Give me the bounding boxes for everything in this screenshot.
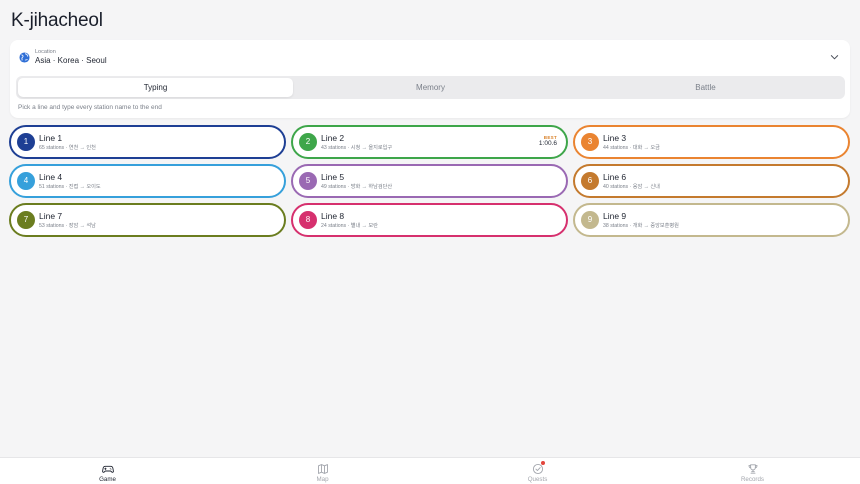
line-meta: 38 stations · 개화 → 중앙보훈병원 xyxy=(603,223,679,229)
nav-label: Quests xyxy=(527,476,548,483)
line-badge: 8 xyxy=(299,211,317,229)
line-grid: 1 Line 1 65 stations · 연천 → 인천 2 Line 2 … xyxy=(9,125,852,239)
line-name: Line 3 xyxy=(603,133,627,143)
line-badge: 3 xyxy=(581,133,599,151)
bottom-tab-bar: Game Map Quests Records xyxy=(0,457,860,484)
line-name: Line 6 xyxy=(603,172,627,182)
tab-typing[interactable]: Typing xyxy=(18,78,293,97)
trophy-icon xyxy=(748,464,757,474)
chevron-down-icon[interactable] xyxy=(830,53,839,61)
nav-label: Map xyxy=(316,476,329,483)
tab-battle[interactable]: Battle xyxy=(568,78,843,97)
line-card-6[interactable]: 6 Line 6 40 stations · 응암 → 신내 xyxy=(573,164,850,198)
tab-memory[interactable]: Memory xyxy=(293,78,568,97)
best-time: 1:00.6 xyxy=(538,140,557,147)
line-badge: 5 xyxy=(299,172,317,190)
line-card-7[interactable]: 7 Line 7 53 stations · 장암 → 석남 xyxy=(9,203,286,237)
nav-item-map[interactable]: Map xyxy=(215,458,430,484)
nav-item-records[interactable]: Records xyxy=(645,458,860,484)
app-title: K-jihacheol xyxy=(11,10,103,31)
mode-hint: Pick a line and type every station name … xyxy=(18,104,162,111)
location-label: Location xyxy=(35,49,56,55)
nav-item-game[interactable]: Game xyxy=(0,458,215,484)
settings-panel: Location Asia · Korea · Seoul Typing Mem… xyxy=(10,40,850,118)
location-value: Asia · Korea · Seoul xyxy=(35,56,107,65)
line-name: Line 5 xyxy=(321,172,345,182)
line-card-2[interactable]: 2 Line 2 43 stations · 시청 → 을지로입구 BEST 1… xyxy=(291,125,568,159)
line-meta: 44 stations · 대화 → 오금 xyxy=(603,145,660,151)
line-name: Line 1 xyxy=(39,133,63,143)
line-card-3[interactable]: 3 Line 3 44 stations · 대화 → 오금 xyxy=(573,125,850,159)
mode-segmented-control: Typing Memory Battle xyxy=(16,76,845,99)
line-meta: 51 stations · 진접 → 오이도 xyxy=(39,184,101,190)
line-meta: 24 stations · 별내 → 모란 xyxy=(321,223,378,229)
line-card-9[interactable]: 9 Line 9 38 stations · 개화 → 중앙보훈병원 xyxy=(573,203,850,237)
line-meta: 53 stations · 장암 → 석남 xyxy=(39,223,96,229)
line-meta: 40 stations · 응암 → 신내 xyxy=(603,184,660,190)
nav-label: Records xyxy=(740,476,765,483)
nav-item-quests[interactable]: Quests xyxy=(430,458,645,484)
line-card-8[interactable]: 8 Line 8 24 stations · 별내 → 모란 xyxy=(291,203,568,237)
line-badge: 1 xyxy=(17,133,35,151)
line-badge: 6 xyxy=(581,172,599,190)
nav-label: Game xyxy=(99,476,116,483)
map-icon xyxy=(317,464,328,474)
notification-dot xyxy=(540,461,545,465)
line-card-1[interactable]: 1 Line 1 65 stations · 연천 → 인천 xyxy=(9,125,286,159)
gamepad-icon xyxy=(101,465,114,473)
location-selector[interactable]: Location Asia · Korea · Seoul xyxy=(10,40,850,74)
line-meta: 49 stations · 방화 → 하남검단산 xyxy=(321,184,393,190)
globe-icon xyxy=(19,52,30,63)
line-name: Line 2 xyxy=(321,133,345,143)
line-meta: 43 stations · 시청 → 을지로입구 xyxy=(321,145,393,151)
line-name: Line 7 xyxy=(39,211,63,221)
line-meta: 65 stations · 연천 → 인천 xyxy=(39,145,96,151)
line-badge: 9 xyxy=(581,211,599,229)
line-card-4[interactable]: 4 Line 4 51 stations · 진접 → 오이도 xyxy=(9,164,286,198)
line-card-5[interactable]: 5 Line 5 49 stations · 방화 → 하남검단산 xyxy=(291,164,568,198)
line-name: Line 8 xyxy=(321,211,345,221)
line-name: Line 9 xyxy=(603,211,627,221)
line-badge: 4 xyxy=(17,172,35,190)
line-name: Line 4 xyxy=(39,172,63,182)
line-badge: 2 xyxy=(299,133,317,151)
line-badge: 7 xyxy=(17,211,35,229)
